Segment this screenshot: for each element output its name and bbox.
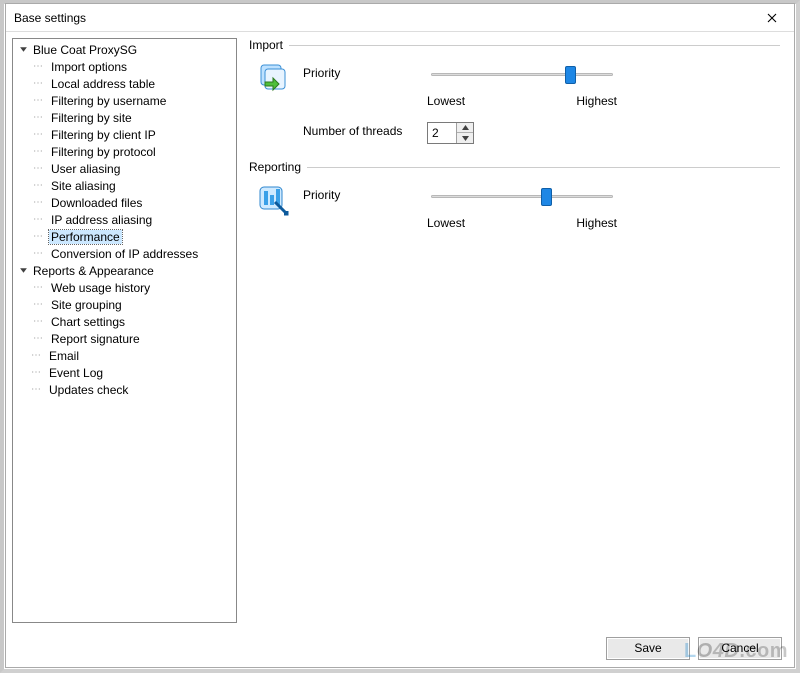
- tree-node-user-aliasing[interactable]: ⋯User aliasing: [31, 160, 236, 177]
- tree-node-filter-clientip[interactable]: ⋯Filtering by client IP: [31, 126, 236, 143]
- reporting-icon: [257, 184, 289, 216]
- settings-panel: Import Priority: [241, 32, 794, 629]
- tree-label: IP address aliasing: [49, 213, 154, 227]
- tree-label: Performance: [49, 230, 122, 244]
- dialog-footer: Save Cancel: [6, 629, 794, 667]
- tree-label: Email: [47, 349, 81, 363]
- tree-node-import-options[interactable]: ⋯Import options: [31, 58, 236, 75]
- threads-input[interactable]: [428, 123, 456, 143]
- close-icon: [767, 13, 777, 23]
- close-button[interactable]: [750, 5, 794, 31]
- tree-label: Chart settings: [49, 315, 127, 329]
- tree-node-reports[interactable]: Reports & Appearance: [15, 262, 236, 279]
- import-group: Import Priority: [249, 38, 780, 154]
- tree-label: Web usage history: [49, 281, 152, 295]
- divider: [307, 167, 780, 168]
- content-area: Blue Coat ProxySG ⋯Import options ⋯Local…: [6, 32, 794, 629]
- tree-node-email[interactable]: ⋯Email: [15, 347, 236, 364]
- tree-label: Import options: [49, 60, 129, 74]
- tree-label: Site grouping: [49, 298, 124, 312]
- nav-tree-panel: Blue Coat ProxySG ⋯Import options ⋯Local…: [12, 38, 237, 623]
- tree-node-ip-aliasing[interactable]: ⋯IP address aliasing: [31, 211, 236, 228]
- slider-min-label: Lowest: [427, 216, 465, 230]
- reporting-priority-slider[interactable]: [427, 186, 617, 206]
- reporting-group: Reporting: [249, 160, 780, 240]
- chevron-down-icon[interactable]: [17, 265, 29, 277]
- threads-spinner[interactable]: [427, 122, 474, 144]
- tree-node-downloaded-files[interactable]: ⋯Downloaded files: [31, 194, 236, 211]
- tree-node-ip-conversion[interactable]: ⋯Conversion of IP addresses: [31, 245, 236, 262]
- spinner-up-button[interactable]: [457, 123, 473, 133]
- threads-label: Number of threads: [303, 122, 417, 138]
- spinner-down-button[interactable]: [457, 133, 473, 143]
- tree-label: User aliasing: [49, 162, 122, 176]
- slider-max-label: Highest: [576, 94, 617, 108]
- tree-node-performance[interactable]: ⋯Performance: [31, 228, 236, 245]
- tree-label: Downloaded files: [49, 196, 144, 210]
- tree-node-filter-protocol[interactable]: ⋯Filtering by protocol: [31, 143, 236, 160]
- tree-label: Event Log: [47, 366, 105, 380]
- tree-node-site-aliasing[interactable]: ⋯Site aliasing: [31, 177, 236, 194]
- import-priority-label: Priority: [303, 64, 417, 80]
- tree-label: Report signature: [49, 332, 142, 346]
- settings-dialog: Base settings Blue Coat ProxySG: [5, 3, 795, 668]
- tree-label: Blue Coat ProxySG: [31, 43, 139, 57]
- tree-node-report-signature[interactable]: ⋯Report signature: [31, 330, 236, 347]
- tree-label: Conversion of IP addresses: [49, 247, 200, 261]
- reporting-priority-label: Priority: [303, 186, 417, 202]
- tree-node-chart-settings[interactable]: ⋯Chart settings: [31, 313, 236, 330]
- slider-min-label: Lowest: [427, 94, 465, 108]
- import-icon: [257, 62, 289, 94]
- tree-node-filter-username[interactable]: ⋯Filtering by username: [31, 92, 236, 109]
- tree-label: Filtering by username: [49, 94, 168, 108]
- tree-label: Local address table: [49, 77, 157, 91]
- tree-label: Site aliasing: [49, 179, 118, 193]
- tree-label: Updates check: [47, 383, 130, 397]
- window-title: Base settings: [14, 11, 750, 25]
- nav-tree: Blue Coat ProxySG ⋯Import options ⋯Local…: [13, 41, 236, 398]
- tree-node-bluecoat[interactable]: Blue Coat ProxySG: [15, 41, 236, 58]
- slider-thumb[interactable]: [541, 188, 552, 206]
- tree-label: Filtering by client IP: [49, 128, 158, 142]
- slider-thumb[interactable]: [565, 66, 576, 84]
- tree-node-site-grouping[interactable]: ⋯Site grouping: [31, 296, 236, 313]
- tree-node-event-log[interactable]: ⋯Event Log: [15, 364, 236, 381]
- tree-node-filter-site[interactable]: ⋯Filtering by site: [31, 109, 236, 126]
- titlebar: Base settings: [6, 4, 794, 32]
- save-button[interactable]: Save: [606, 637, 690, 660]
- tree-node-web-usage[interactable]: ⋯Web usage history: [31, 279, 236, 296]
- tree-node-local-address[interactable]: ⋯Local address table: [31, 75, 236, 92]
- tree-label: Filtering by site: [49, 111, 134, 125]
- reporting-group-title: Reporting: [249, 160, 301, 174]
- import-priority-slider[interactable]: [427, 64, 617, 84]
- tree-node-updates-check[interactable]: ⋯Updates check: [15, 381, 236, 398]
- divider: [289, 45, 780, 46]
- tree-label: Filtering by protocol: [49, 145, 158, 159]
- cancel-button[interactable]: Cancel: [698, 637, 782, 660]
- slider-max-label: Highest: [576, 216, 617, 230]
- chevron-down-icon[interactable]: [17, 44, 29, 56]
- import-group-title: Import: [249, 38, 283, 52]
- tree-label: Reports & Appearance: [31, 264, 156, 278]
